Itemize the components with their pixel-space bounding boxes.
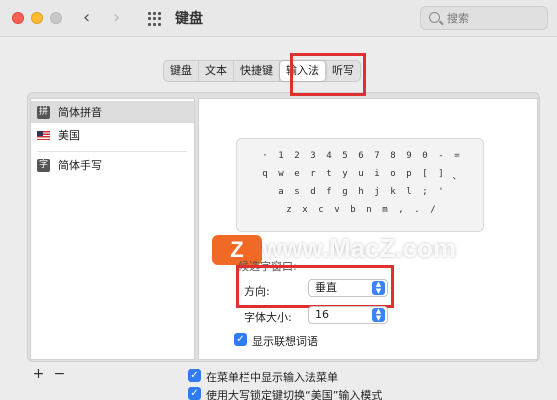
search-input[interactable]: [447, 10, 543, 26]
add-source-button[interactable]: +: [28, 366, 49, 384]
window-title: 键盘: [175, 11, 203, 27]
keycap: e: [294, 169, 300, 179]
title-bar: ‹ › 键盘: [0, 0, 557, 37]
highlight-box-tab: [290, 53, 366, 96]
keycap: j: [374, 187, 380, 197]
list-item[interactable]: 拼 简体拼音: [31, 101, 194, 123]
show-all-grid-icon[interactable]: [148, 12, 162, 26]
keyboard-row: · 1 2 3 4 5 6 7 8 9 0- =: [237, 151, 485, 161]
keycap: a: [278, 187, 284, 197]
keycap: s: [294, 187, 300, 197]
keycap: l: [406, 187, 412, 197]
keycap: 6: [358, 151, 364, 161]
keycap: w: [278, 169, 284, 179]
keycap: y: [342, 169, 348, 179]
caps-lock-label: 使用大写锁定键切换“美国”输入模式: [206, 389, 383, 400]
keycap: i: [374, 169, 380, 179]
caps-lock-checkbox[interactable]: ✓: [188, 387, 201, 400]
input-source-list: 拼 简体拼音 美国 字 简体手写: [30, 98, 195, 360]
keyboard-layout-preview: · 1 2 3 4 5 6 7 8 9 0- = q w e r t y u i o p[]、 a s d f g h j k l; ' …: [236, 138, 484, 232]
keycap: g: [342, 187, 348, 197]
keycap: m: [382, 205, 388, 215]
keycap: ;: [422, 187, 428, 197]
highlight-box-orientation: [236, 265, 394, 308]
tab-text[interactable]: 文本: [199, 61, 234, 81]
close-window-button[interactable]: [12, 12, 24, 24]
remove-source-button[interactable]: −: [49, 366, 70, 384]
search-icon: [429, 12, 440, 23]
keyboard-row: q w e r t y u i o p [] 、: [237, 169, 485, 182]
keycap: d: [310, 187, 316, 197]
source-label: 简体拼音: [58, 106, 102, 119]
keycap: 8: [390, 151, 396, 161]
list-item[interactable]: 美国: [37, 124, 80, 146]
list-item[interactable]: 字 简体手写: [37, 154, 102, 176]
us-flag-icon: [37, 130, 50, 140]
show-predictive-label: 显示联想词语: [252, 335, 318, 348]
keycap: =: [454, 151, 460, 161]
zoom-window-button[interactable]: [50, 12, 62, 24]
keycap: h: [358, 187, 364, 197]
keycap: /: [430, 205, 436, 215]
show-in-menu-label: 在菜单栏中显示输入法菜单: [206, 371, 338, 384]
keycap: u: [358, 169, 364, 179]
keycap: [: [422, 169, 428, 179]
chevron-updown-icon: ▲ ▼: [372, 308, 385, 322]
keycap: n: [366, 205, 372, 215]
keycap: 9: [406, 151, 412, 161]
keycap: 5: [342, 151, 348, 161]
font-size-value: 16: [315, 308, 329, 321]
back-button[interactable]: ‹: [83, 7, 90, 29]
keycap: f: [326, 187, 332, 197]
keycap: -: [438, 151, 444, 161]
keycap: b: [350, 205, 356, 215]
keycap: 、: [452, 172, 462, 182]
search-field[interactable]: [420, 6, 548, 30]
keycap: v: [334, 205, 340, 215]
font-size-select[interactable]: 16 ▲ ▼: [308, 306, 388, 324]
keycap: ': [438, 187, 444, 197]
keycap: r: [310, 169, 316, 179]
keycap: z: [286, 205, 292, 215]
font-size-label: 字体大小:: [244, 311, 292, 324]
keycap: p: [406, 169, 412, 179]
keycap: c: [318, 205, 324, 215]
keycap: o: [390, 169, 396, 179]
show-in-menu-checkbox[interactable]: ✓: [188, 369, 201, 382]
keycap: t: [326, 169, 332, 179]
add-remove-control: + −: [28, 366, 70, 384]
tab-shortcuts[interactable]: 快捷键: [234, 61, 280, 81]
keyboard-row: a s d f g h j k l; ': [237, 187, 485, 197]
keyboard-row: z x c v b n m,. /: [237, 205, 485, 215]
keycap: 7: [374, 151, 380, 161]
keycap: k: [390, 187, 396, 197]
keycap: 4: [326, 151, 332, 161]
keycap: 0: [422, 151, 428, 161]
keycap: x: [302, 205, 308, 215]
divider: [37, 151, 187, 152]
keycap: q: [262, 169, 268, 179]
show-predictive-checkbox[interactable]: ✓: [234, 333, 247, 346]
keycap: .: [414, 205, 420, 215]
keycap: ,: [398, 205, 404, 215]
source-label: 简体手写: [58, 159, 102, 172]
tab-keyboard[interactable]: 键盘: [164, 61, 199, 81]
keycap: 1: [278, 151, 284, 161]
keycap: ·: [262, 151, 268, 161]
minimize-window-button[interactable]: [31, 12, 43, 24]
keycap: 3: [310, 151, 316, 161]
keycap: ]: [438, 169, 444, 179]
handwriting-glyph-icon: 字: [37, 158, 50, 172]
source-label: 美国: [58, 129, 80, 142]
pinyin-glyph-icon: 拼: [37, 105, 50, 119]
forward-button[interactable]: ›: [113, 7, 120, 29]
keycap: 2: [294, 151, 300, 161]
